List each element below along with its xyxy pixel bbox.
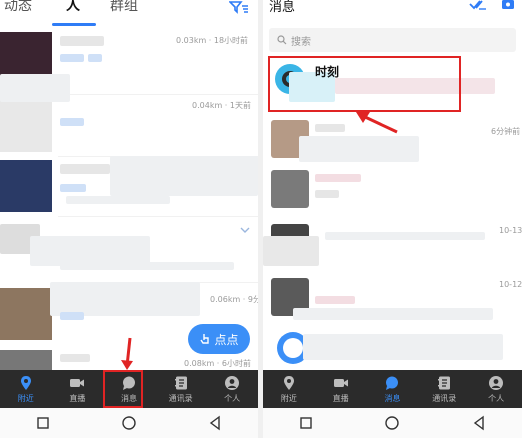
page-title: 消息 <box>269 0 296 15</box>
back-icon[interactable] <box>207 415 223 431</box>
blurred-badge <box>60 54 84 62</box>
list-item[interactable]: 10-12 <box>263 274 522 324</box>
tab-people[interactable]: 人 <box>66 0 80 15</box>
list-item[interactable]: 10-13 <box>263 216 522 274</box>
avatar <box>0 100 52 152</box>
nav-messages[interactable]: 消息 <box>367 370 419 408</box>
hand-tap-icon <box>200 334 210 344</box>
recent-apps-icon[interactable] <box>298 415 314 431</box>
list-item[interactable]: 6分钟前 <box>263 116 522 168</box>
top-tab-bar: 动态 人 群组 <box>0 0 258 26</box>
blurred-region <box>263 236 319 266</box>
home-icon[interactable] <box>384 415 400 431</box>
float-button-label: 点点 <box>214 332 239 347</box>
tab-groups[interactable]: 群组 <box>110 0 138 15</box>
blurred-region <box>303 334 503 360</box>
blurred-signature <box>60 262 234 270</box>
person-icon <box>489 375 504 390</box>
nav-contacts[interactable]: 通讯录 <box>155 370 207 408</box>
list-item[interactable] <box>0 216 258 282</box>
blurred-preview <box>315 296 355 304</box>
message-time: 10-13 <box>499 226 522 235</box>
blurred-badge <box>88 54 102 62</box>
messages-header: 消息 <box>263 0 522 22</box>
camera-icon[interactable] <box>501 0 515 10</box>
blurred-badge <box>60 184 86 192</box>
message-time: 6分钟前 <box>491 127 521 136</box>
location-pin-icon <box>20 375 31 390</box>
location-pin-icon <box>283 375 294 390</box>
avatar <box>0 350 52 370</box>
distance-time: 0.08km · 6小时前 <box>184 359 251 368</box>
bottom-nav-bar: 附近 直播 消息 通讯录 个人 <box>263 370 522 408</box>
nav-profile[interactable]: 个人 <box>470 370 522 408</box>
chat-bubble-icon <box>386 376 399 390</box>
contacts-book-icon <box>438 376 451 389</box>
chevron-down-icon[interactable] <box>240 226 250 234</box>
blurred-name <box>60 164 110 174</box>
blurred-badge <box>60 312 84 320</box>
contacts-book-icon <box>174 376 187 389</box>
video-camera-icon <box>333 378 348 387</box>
tab-dynamic[interactable]: 动态 <box>4 0 32 15</box>
red-arrow-annotation <box>121 337 133 370</box>
avatar <box>0 288 52 340</box>
blurred-badge <box>60 118 84 126</box>
search-input[interactable]: 搜索 <box>269 28 516 52</box>
list-item[interactable]: 0.04km · 1天前 <box>0 74 258 156</box>
avatar <box>271 170 309 208</box>
distance-time: 0.04km · 1天前 <box>192 101 251 110</box>
blurred-name <box>315 174 361 182</box>
highlight-box-moments <box>268 56 461 112</box>
blurred-preview <box>315 190 339 198</box>
blurred-region <box>50 282 200 316</box>
nav-contacts[interactable]: 通讯录 <box>418 370 470 408</box>
person-icon <box>225 375 240 390</box>
back-icon[interactable] <box>471 415 487 431</box>
active-tab-indicator <box>52 23 96 26</box>
blurred-region <box>299 136 419 162</box>
system-navigation-bar <box>263 408 522 438</box>
mark-read-icon[interactable] <box>469 0 487 10</box>
list-item[interactable] <box>0 156 258 216</box>
search-icon <box>277 35 287 45</box>
list-item[interactable] <box>263 324 522 370</box>
recent-apps-icon[interactable] <box>35 415 51 431</box>
nav-nearby[interactable]: 附近 <box>0 370 52 408</box>
right-screen-messages: 消息 搜索 时刻 6分钟前 10-13 10-12 附近 直播 消息 通讯录 个… <box>263 0 522 438</box>
blurred-region <box>110 156 258 196</box>
nav-live[interactable]: 直播 <box>52 370 104 408</box>
left-screen-people: 动态 人 群组 0.03km · 18小时前 0.04km · 1天前 0.06… <box>0 0 258 438</box>
nav-profile[interactable]: 个人 <box>206 370 258 408</box>
blurred-preview <box>325 232 485 240</box>
list-item[interactable] <box>263 168 522 216</box>
avatar <box>0 160 52 212</box>
blurred-name <box>315 124 345 132</box>
filter-icon[interactable] <box>229 0 249 14</box>
nav-nearby[interactable]: 附近 <box>263 370 315 408</box>
video-camera-icon <box>70 378 85 387</box>
blurred-name <box>60 354 90 362</box>
distance-time: 0.06km · 9分钟前 <box>210 295 258 304</box>
diandian-float-button[interactable]: 点点 <box>188 324 250 354</box>
home-icon[interactable] <box>121 415 137 431</box>
nav-live[interactable]: 直播 <box>315 370 367 408</box>
message-time: 10-12 <box>499 280 522 289</box>
system-navigation-bar <box>0 408 258 438</box>
distance-time: 0.03km · 18小时前 <box>176 36 249 45</box>
blurred-region <box>293 308 493 320</box>
highlight-box-messages-tab <box>103 370 143 408</box>
blurred-signature <box>66 196 170 204</box>
blurred-region <box>0 74 70 102</box>
blurred-name <box>60 36 104 46</box>
